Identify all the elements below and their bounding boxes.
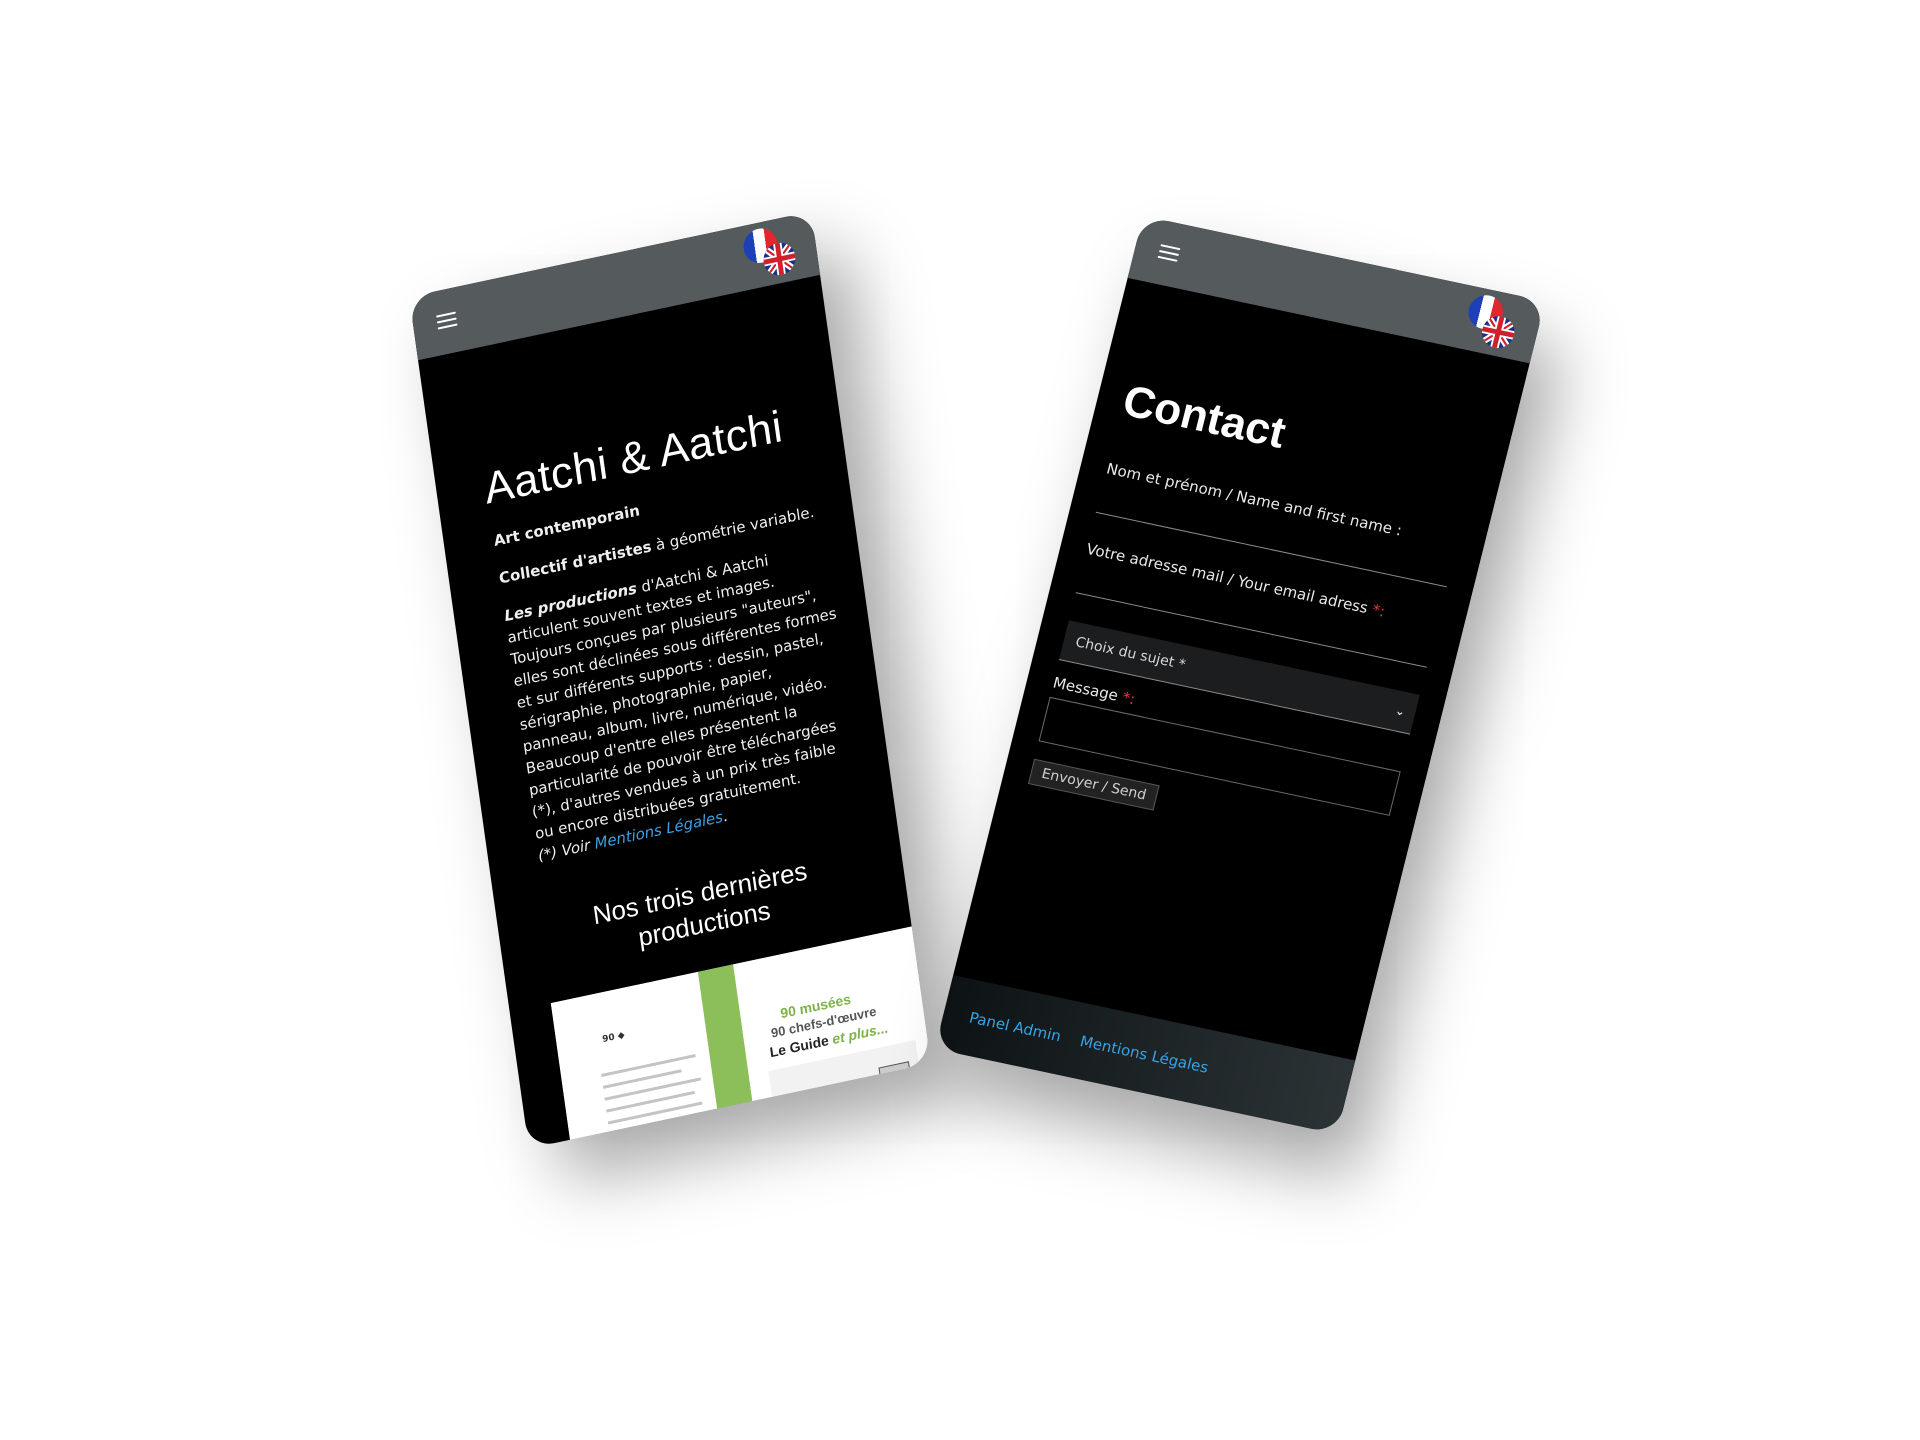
top-navbar <box>1127 215 1546 364</box>
footer-admin-link[interactable]: Panel Admin <box>967 1009 1063 1046</box>
phone-contact: Contact Nom et prénom / Name and first n… <box>934 215 1546 1135</box>
book-cover: 90 musées 90 chefs-d'œuvre Le Guide et p… <box>733 926 931 1149</box>
phone-home: Aatchi & Aatchi Art contemporain Collect… <box>409 211 931 1149</box>
subject-select-value: Choix du sujet * <box>1073 634 1188 674</box>
home-content: Aatchi & Aatchi Art contemporain Collect… <box>434 390 931 1149</box>
book-mini-logo: 90 ◆ <box>601 1030 626 1046</box>
language-switcher[interactable] <box>741 221 801 286</box>
language-switcher[interactable] <box>1460 292 1526 356</box>
page-footer: Panel Admin Mentions Légales <box>934 975 1356 1135</box>
book-cover-illustration <box>768 1039 931 1149</box>
chevron-down-icon: ⌄ <box>1393 703 1407 719</box>
footer-legal-link[interactable]: Mentions Légales <box>1078 1032 1210 1077</box>
hamburger-menu-icon[interactable] <box>436 311 458 330</box>
top-navbar <box>409 211 821 361</box>
contact-content: Contact Nom et prénom / Name and first n… <box>1002 371 1506 864</box>
hamburger-menu-icon[interactable] <box>1157 244 1181 262</box>
send-button[interactable]: Envoyer / Send <box>1027 758 1160 811</box>
mockup-stage: Aatchi & Aatchi Art contemporain Collect… <box>0 0 1920 1440</box>
